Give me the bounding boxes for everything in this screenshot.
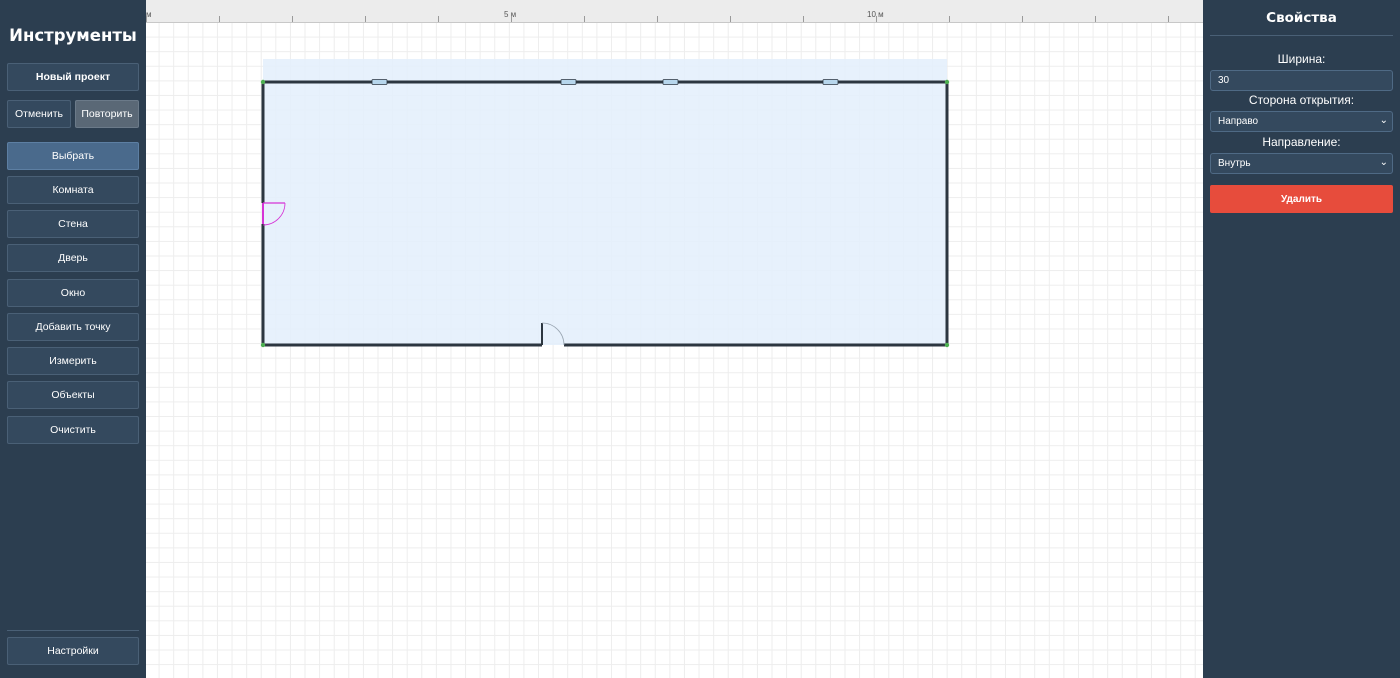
- tools-title: Инструменты: [9, 26, 137, 45]
- ruler-tick: [657, 16, 658, 22]
- vertex-bottom-right[interactable]: [944, 342, 950, 348]
- ruler-tick: [292, 16, 293, 22]
- properties-panel: Свойства Ширина: 30 Сторона открытия: На…: [1203, 0, 1400, 678]
- window-2[interactable]: [560, 79, 577, 85]
- properties-title: Свойства: [1266, 10, 1337, 26]
- ruler-tick: [1095, 16, 1096, 22]
- direction-select[interactable]: Внутрь ⌄: [1210, 153, 1393, 174]
- tool-wall-button[interactable]: Стена: [7, 210, 139, 238]
- tool-room-button[interactable]: Комната: [7, 176, 139, 204]
- width-label: Ширина:: [1277, 52, 1326, 66]
- new-project-button[interactable]: Новый проект: [7, 63, 139, 91]
- tools-sidebar: Инструменты Новый проект Отменить Повтор…: [0, 0, 146, 678]
- floor-plan[interactable]: [146, 23, 1203, 678]
- ruler-tick: [949, 16, 950, 22]
- delete-button[interactable]: Удалить: [1210, 185, 1393, 213]
- opening-side-select[interactable]: Направо ⌄: [1210, 111, 1393, 132]
- properties-divider: [1210, 35, 1393, 36]
- vertex-bottom-left[interactable]: [260, 342, 266, 348]
- width-value: 30: [1218, 75, 1230, 86]
- settings-button[interactable]: Настройки: [7, 637, 139, 665]
- ruler-tick: [584, 16, 585, 22]
- vertex-top-left[interactable]: [260, 79, 266, 85]
- tool-objects-button[interactable]: Объекты: [7, 381, 139, 409]
- window-3[interactable]: [662, 79, 679, 85]
- opening-side-value: Направо: [1218, 116, 1259, 127]
- tool-select-button[interactable]: Выбрать: [7, 142, 139, 170]
- direction-label: Направление:: [1262, 135, 1341, 149]
- direction-value: Внутрь: [1218, 158, 1251, 169]
- window-4[interactable]: [822, 79, 839, 85]
- undo-button[interactable]: Отменить: [7, 100, 71, 128]
- tool-clear-button[interactable]: Очистить: [7, 416, 139, 444]
- ruler-tick: [146, 16, 147, 22]
- drawing-canvas[interactable]: [146, 23, 1203, 678]
- tool-window-button[interactable]: Окно: [7, 279, 139, 307]
- room-floor[interactable]: [263, 59, 947, 345]
- ruler-tick: [219, 16, 220, 22]
- ruler-tick: [803, 16, 804, 22]
- vertex-top-right[interactable]: [944, 79, 950, 85]
- ruler-tick: [1022, 16, 1023, 22]
- chevron-down-icon: ⌄: [1379, 115, 1388, 126]
- window-1[interactable]: [371, 79, 388, 85]
- ruler-tick: [511, 16, 512, 22]
- ruler-tick: [730, 16, 731, 22]
- tool-measure-button[interactable]: Измерить: [7, 347, 139, 375]
- top-ruler: м 5 м 10 м: [146, 0, 1203, 23]
- ruler-tick: [438, 16, 439, 22]
- ruler-tick: [365, 16, 366, 22]
- ruler-tick: [1168, 16, 1169, 22]
- ruler-tick: [876, 16, 877, 22]
- width-input[interactable]: 30: [1210, 70, 1393, 91]
- tool-add-point-button[interactable]: Добавить точку: [7, 313, 139, 341]
- chevron-down-icon: ⌄: [1379, 157, 1388, 168]
- redo-button[interactable]: Повторить: [75, 100, 139, 128]
- opening-side-label: Сторона открытия:: [1248, 93, 1355, 107]
- tool-door-button[interactable]: Дверь: [7, 244, 139, 272]
- sidebar-divider: [7, 630, 139, 631]
